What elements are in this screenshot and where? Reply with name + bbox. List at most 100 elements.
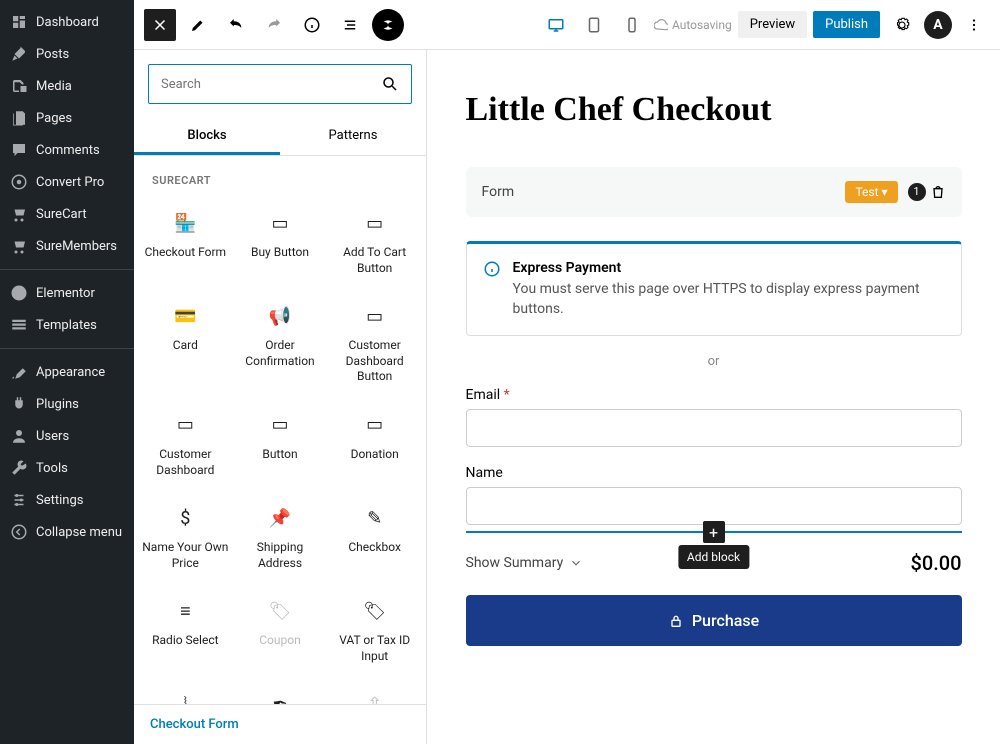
sidebar-label: Users [36,429,69,444]
sidebar-item-dashboard[interactable]: Dashboard [0,6,134,38]
block-radio-select[interactable]: ≡Radio Select [138,585,233,678]
sidebar-item-media[interactable]: Media [0,70,134,102]
block-email[interactable]: ✒Email [233,679,328,704]
block-donation[interactable]: ▭Donation [327,399,422,492]
block-label: Card [173,338,198,354]
mobile-view-icon[interactable] [616,9,648,41]
close-inserter-button[interactable] [144,9,176,41]
autosave-status: Autosaving [654,18,732,32]
block-customer-dashboard-button[interactable]: ▭Customer Dashboard Button [327,290,422,399]
email-label: Email * [466,387,962,403]
block-editor: Autosaving Preview Publish A Blocks Patt… [134,0,1000,744]
express-payment-notice: Express Payment You must serve this page… [466,241,962,337]
block-icon: ▭ [363,413,387,437]
add-block-button[interactable]: + [703,521,725,543]
page-title[interactable]: Little Chef Checkout [466,90,962,131]
desktop-view-icon[interactable] [540,9,572,41]
publish-button[interactable]: Publish [813,11,880,38]
block-express-payment[interactable]: ⇧Express Payment [327,679,422,704]
tab-blocks[interactable]: Blocks [134,118,280,155]
name-field[interactable] [466,487,962,525]
sidebar-label: Pages [36,111,72,126]
outline-button[interactable] [334,9,366,41]
block-icon: ▭ [268,413,292,437]
surecart-icon[interactable] [372,9,404,41]
block-icon: ▭ [173,413,197,437]
astra-icon[interactable]: A [924,11,952,39]
info-button[interactable] [296,9,328,41]
more-options-icon[interactable] [958,9,990,41]
sidebar-item-suremembers[interactable]: SureMembers [0,230,134,262]
editor-topbar: Autosaving Preview Publish A [134,0,1000,50]
block-add-to-cart-button[interactable]: ▭ Add To Cart Button [327,197,422,290]
sidebar-label: Comments [36,143,100,158]
block-checkbox[interactable]: ✎Checkbox [327,492,422,585]
sidebar-label: SureMembers [36,239,117,254]
email-field[interactable] [466,409,962,447]
cart-badge[interactable]: 1 [908,183,946,201]
block-icon: ✒ [268,693,292,704]
show-summary-toggle[interactable]: Show Summary [466,555,584,571]
block-label: Shipping Address [237,540,324,571]
sidebar-item-tools[interactable]: Tools [0,452,134,484]
sidebar-item-users[interactable]: Users [0,420,134,452]
block-label: Add To Cart Button [331,245,418,276]
redo-button[interactable] [258,9,290,41]
block-coupon[interactable]: 🏷Coupon [233,585,328,678]
block-icon: ▭ [363,211,387,235]
block-icon: 💳 [173,304,197,328]
sidebar-item-elementor[interactable]: Elementor [0,277,134,309]
sidebar-label: Elementor [36,286,95,301]
block-divider[interactable]: ⦚Divider [138,679,233,704]
sidebar-label: Posts [36,47,69,62]
block-button[interactable]: ▭Button [233,399,328,492]
sidebar-item-appearance[interactable]: Appearance [0,356,134,388]
sidebar-label: Appearance [36,365,105,380]
block-icon: 🏷 [268,599,292,623]
breadcrumb[interactable]: Checkout Form [134,704,426,744]
purchase-button[interactable]: Purchase [466,595,962,646]
tab-patterns[interactable]: Patterns [280,118,426,155]
or-divider: or [466,354,962,369]
sidebar-item-comments[interactable]: Comments [0,134,134,166]
undo-button[interactable] [220,9,252,41]
sidebar-item-templates[interactable]: Templates [0,309,134,341]
sidebar-item-plugins[interactable]: Plugins [0,388,134,420]
block-icon: ✎ [363,506,387,530]
sidebar-item-posts[interactable]: Posts [0,38,134,70]
edit-button[interactable] [182,9,214,41]
preview-button[interactable]: Preview [738,11,807,38]
sidebar-item-surecart[interactable]: SureCart [0,198,134,230]
block-shipping-address[interactable]: 📌Shipping Address [233,492,328,585]
sidebar-label: Tools [36,461,68,476]
block-checkout-form[interactable]: 🏪Checkout Form [138,197,233,290]
settings-icon[interactable] [886,9,918,41]
block-label: Customer Dashboard Button [331,338,418,385]
lock-icon [668,613,684,629]
sidebar-label: Settings [36,493,83,508]
search-input-wrapper[interactable] [148,64,412,104]
order-total: $0.00 [910,551,961,575]
block-label: VAT or Tax ID Input [331,633,418,664]
sidebar-item-collapse[interactable]: Collapse menu [0,516,134,548]
block-label: Radio Select [152,633,218,649]
block-buy-button[interactable]: ▭Buy Button [233,197,328,290]
block-name-your-own-price[interactable]: $Name Your Own Price [138,492,233,585]
block-vat-or-tax-id-input[interactable]: 🏷VAT or Tax ID Input [327,585,422,678]
sidebar-label: Templates [36,318,97,333]
block-customer-dashboard[interactable]: ▭Customer Dashboard [138,399,233,492]
test-mode-button[interactable]: Test ▾ [845,181,897,203]
search-input[interactable] [161,77,381,92]
block-card[interactable]: 💳 Card [138,290,233,399]
block-inserter-panel: Blocks Patterns SURECART 🏪Checkout Form▭… [134,50,427,744]
block-icon: 📢 [268,304,292,328]
editor-canvas: Little Chef Checkout Form Test ▾ 1 Exp [427,50,1000,744]
sidebar-item-convertpro[interactable]: Convert Pro [0,166,134,198]
add-block-tooltip: Add block [678,545,749,569]
block-icon: $ [173,506,197,530]
tablet-view-icon[interactable] [578,9,610,41]
block-order-confirmation[interactable]: 📢Order Confirmation [233,290,328,399]
form-block-header[interactable]: Form Test ▾ 1 [466,167,962,217]
sidebar-item-pages[interactable]: Pages [0,102,134,134]
sidebar-item-settings[interactable]: Settings [0,484,134,516]
